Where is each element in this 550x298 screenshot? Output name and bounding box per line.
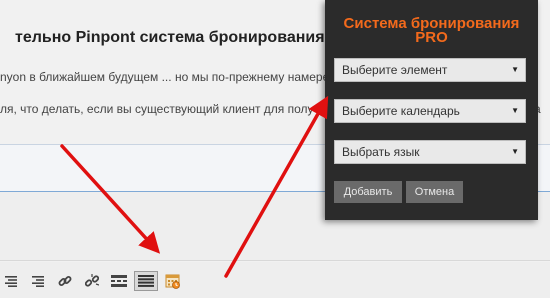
screenshot: тельно Pinpont система бронирования :) n…	[0, 0, 550, 298]
arrow-to-dialog	[224, 95, 329, 278]
annotation-arrows	[60, 95, 329, 278]
arrow-to-toolbar-icon	[60, 144, 161, 254]
